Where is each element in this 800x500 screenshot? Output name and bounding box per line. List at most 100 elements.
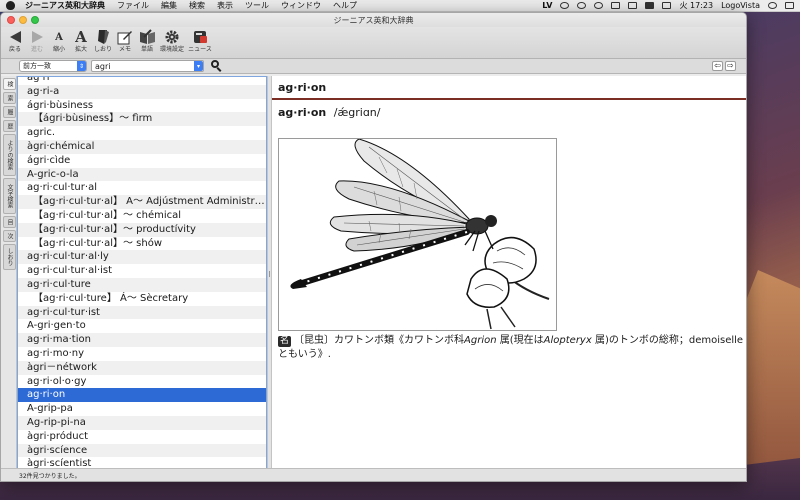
display-icon[interactable] <box>611 2 621 9</box>
tab-index[interactable]: 索 <box>3 92 16 104</box>
list-item[interactable]: ag·ri·ma·tion <box>18 333 266 347</box>
menu-tools[interactable]: ツール <box>245 0 269 11</box>
list-item[interactable]: 【ag·ri·cul·tur·al】～ productívity <box>18 222 266 237</box>
apple-icon[interactable] <box>6 1 15 10</box>
list-item[interactable]: A-gric-o-la <box>18 167 266 182</box>
tab-bookmarks[interactable]: しおり <box>3 244 16 270</box>
updown-chevron-icon: ⇕ <box>77 61 86 71</box>
list-item[interactable]: àgri·próduct <box>18 430 266 444</box>
toolbar: 戻る 進む A 縮小 A 拡大 しおり メモ 単語 環境設定 ニュース <box>1 27 746 59</box>
window-controls <box>7 16 39 24</box>
list-item[interactable]: agric. <box>18 126 266 140</box>
bookmark-button[interactable]: しおり <box>93 28 113 53</box>
menu-bar: ジーニアス英和大辞典 ファイル 編集 検索 表示 ツール ウィンドウ ヘルプ L… <box>0 0 800 12</box>
wordbook-label: 単語 <box>140 46 153 53</box>
menubar-clock[interactable]: 火 17:23 <box>679 0 713 11</box>
shrink-label: 縮小 <box>52 46 65 53</box>
word-list[interactable]: ag·ri ag·ri-a ágri·bùsiness 【ágri·bùsiness】… <box>17 76 267 471</box>
lv-status[interactable]: LV <box>542 1 552 10</box>
menubar-account[interactable]: LogoVista <box>721 1 760 10</box>
forward-arrow-icon <box>31 31 43 43</box>
clock-icon[interactable] <box>577 2 587 9</box>
prev-entry-button[interactable]: ⇦ <box>712 61 723 71</box>
result-count: 32件見つかりました。 <box>19 472 81 480</box>
list-item[interactable]: A-gri·gen·to <box>18 319 266 333</box>
list-item[interactable]: ag·ri·cul·tur·al·ly <box>18 250 266 265</box>
close-button[interactable] <box>7 16 15 24</box>
chevron-down-icon[interactable]: ▾ <box>194 61 203 71</box>
pronunciation: /ǽgriɑn/ <box>333 106 381 119</box>
tab-contents[interactable]: 目 <box>3 216 16 228</box>
list-item[interactable]: ágri·bùsiness <box>18 99 266 113</box>
menu-edit[interactable]: 編集 <box>161 0 177 11</box>
bookmark-icon <box>96 28 110 46</box>
battery-icon[interactable] <box>662 2 672 9</box>
search-input-value: agri <box>95 61 111 71</box>
settings-button[interactable]: 環境設定 <box>159 28 185 53</box>
volume-icon[interactable] <box>628 2 638 9</box>
list-item-selected[interactable]: ag·ri·on <box>18 388 266 403</box>
list-item[interactable]: ágri·cìde <box>18 154 266 168</box>
spotlight-icon[interactable] <box>768 2 777 9</box>
shrink-button[interactable]: A 縮小 <box>49 28 69 54</box>
status-area: LV 火 17:23 LogoVista <box>542 0 794 11</box>
tab-history-2[interactable]: 歴 <box>3 120 16 132</box>
list-item[interactable]: 【ag·ri·cul·tur·al】～ chémical <box>18 209 266 223</box>
tab-search[interactable]: 検 <box>3 78 16 90</box>
search-icon[interactable] <box>210 60 224 72</box>
small-a-icon: A <box>55 31 63 43</box>
memo-button[interactable]: メモ <box>115 28 135 53</box>
list-item[interactable]: Ag-rip-pi-na <box>18 415 266 430</box>
wifi-icon[interactable] <box>594 2 604 9</box>
notification-center-icon[interactable] <box>785 2 794 9</box>
list-item[interactable]: ag·ri <box>18 77 266 85</box>
news-button[interactable]: ニュース <box>187 28 213 53</box>
list-item[interactable]: àgri－nétwork <box>18 360 266 375</box>
part-of-speech-badge: 名 <box>278 336 292 347</box>
dragonfly-icon <box>290 138 550 330</box>
enlarge-label: 拡大 <box>74 46 87 53</box>
list-item[interactable]: àgri·scíence <box>18 443 266 458</box>
sync-icon[interactable] <box>560 2 570 9</box>
dragonfly-illustration <box>278 138 557 331</box>
wordbook-button[interactable]: 単語 <box>137 28 157 53</box>
tab-char-search[interactable]: 文字検索 <box>3 178 16 214</box>
list-item[interactable]: 【ag·ri·cul·tur·al】～ shów <box>18 237 266 251</box>
side-tabs: 検 索 履 歴 よりの検索 文字検索 目 次 しおり <box>1 76 17 471</box>
forward-button[interactable]: 進む <box>27 28 47 53</box>
memo-icon <box>117 28 133 46</box>
menu-search[interactable]: 検索 <box>189 0 205 11</box>
tab-contents-2[interactable]: 次 <box>3 230 16 242</box>
list-item[interactable]: 【ag·ri·cul·tur·al】 A～ Adjústment Adminis… <box>18 195 266 209</box>
forward-label: 進む <box>30 46 43 53</box>
menu-help[interactable]: ヘルプ <box>333 0 357 11</box>
search-row: 前方一致 ⇕ agri ▾ ⇦ ⇨ <box>1 59 746 74</box>
list-item[interactable]: ag·ri-a <box>18 84 266 99</box>
zoom-button[interactable] <box>31 16 39 24</box>
list-item[interactable]: ag·ri·cul·ture <box>18 277 266 292</box>
search-mode-select[interactable]: 前方一致 ⇕ <box>19 60 87 72</box>
next-entry-button[interactable]: ⇨ <box>725 61 736 71</box>
back-button[interactable]: 戻る <box>5 28 25 53</box>
menu-view[interactable]: 表示 <box>217 0 233 11</box>
menu-file[interactable]: ファイル <box>117 0 149 11</box>
enlarge-button[interactable]: A 拡大 <box>71 28 91 53</box>
list-item[interactable]: ag·ri·cul·tur·al·ist <box>18 264 266 278</box>
tab-history[interactable]: 履 <box>3 106 16 118</box>
list-item[interactable]: àgri·chémical <box>18 139 266 154</box>
input-method-icon[interactable] <box>645 2 655 9</box>
tab-related-search[interactable]: よりの検索 <box>3 134 16 176</box>
news-icon <box>192 28 208 46</box>
list-item[interactable]: 【ag·ri·cul·ture】 Á～ Sècretary <box>18 292 266 306</box>
list-item[interactable]: ag·ri·cul·tur·al <box>18 181 266 195</box>
menu-app-name[interactable]: ジーニアス英和大辞典 <box>25 0 105 11</box>
menu-window[interactable]: ウィンドウ <box>281 0 321 11</box>
list-item[interactable]: ag·ri·cul·tur·ist <box>18 305 266 320</box>
list-item[interactable]: 【ágri·bùsiness】～ fìrm <box>18 112 266 127</box>
list-item[interactable]: ag·ri·mo·ny <box>18 347 266 361</box>
window-title: ジーニアス英和大辞典 <box>333 15 414 25</box>
list-item[interactable]: ag·ri·ol·o·gy <box>18 375 266 389</box>
search-input[interactable]: agri ▾ <box>91 60 204 72</box>
list-item[interactable]: A-grip-pa <box>18 402 266 416</box>
minimize-button[interactable] <box>19 16 27 24</box>
